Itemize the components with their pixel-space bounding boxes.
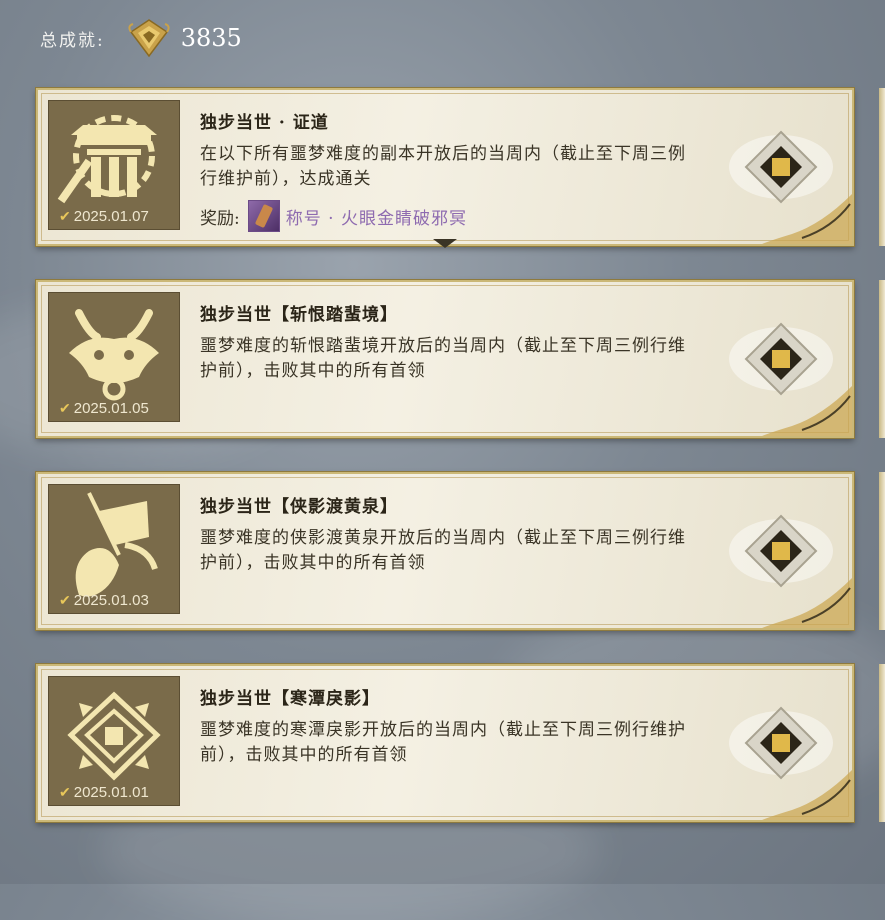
achievement-icon-frame: ✔ 2025.01.03 [48,484,180,614]
achievement-title: 独步当世 · 证道 [200,113,329,133]
next-column-card-edge [879,88,885,246]
achievement-card-2[interactable]: ✔ 2025.01.05 独步当世【斩恨踏蜚境】 噩梦难度的斩恨踏蜚境开放后的当周… [36,280,854,438]
completion-date: ✔ 2025.01.01 [59,784,149,801]
gold-medal-icon [128,19,170,58]
achievement-card-3[interactable]: ✔ 2025.01.03 独步当世【侠影渡黄泉】 噩梦难度的侠影渡黄泉开放后的当周… [36,472,854,630]
achievement-title: 独步当世【侠影渡黄泉】 [200,497,398,517]
completion-date: ✔ 2025.01.05 [59,400,149,417]
achievement-description: 在以下所有噩梦难度的副本开放后的当周内（截止至下周三例行维护前），达成通关 [200,144,686,189]
completion-date: ✔ 2025.01.07 [59,208,149,225]
reward-name[interactable]: 称号 · 火眼金睛破邪冥 [286,204,467,229]
next-column-card-edge [879,280,885,438]
gold-swirl-ornament [762,770,852,820]
title-scroll-icon[interactable] [247,200,280,232]
achievement-card-1[interactable]: ✔ 2025.01.07 独步当世 · 证道 在以下所有噩梦难度的副本开放后的当周… [36,88,854,248]
expand-arrow-icon[interactable] [433,239,457,248]
achievement-icon-frame: ✔ 2025.01.05 [48,292,180,422]
achievement-card-4[interactable]: ✔ 2025.01.01 独步当世【寒潭戾影】 噩梦难度的寒潭戾影开放后的当周内（… [36,664,854,822]
gold-swirl-ornament [762,578,852,628]
check-icon: ✔ [59,784,71,800]
check-icon: ✔ [59,208,71,224]
achievement-icon-frame: ✔ 2025.01.01 [48,676,180,806]
gold-swirl-ornament [762,386,852,436]
achievement-title: 独步当世【斩恨踏蜚境】 [200,305,398,325]
check-icon: ✔ [59,592,71,608]
achievement-reward: 奖励: 称号 · 火眼金睛破邪冥 [200,200,467,232]
achievement-description: 噩梦难度的斩恨踏蜚境开放后的当周内（截止至下周三例行维护前），击败其中的所有首领 [200,336,686,381]
achievement-description: 噩梦难度的侠影渡黄泉开放后的当周内（截止至下周三例行维护前），击败其中的所有首领 [200,528,686,573]
reward-label: 奖励: [200,208,240,229]
total-achievement-label: 总成就: [40,30,105,51]
gold-swirl-ornament [762,194,852,244]
next-column-card-edge [879,664,885,822]
achievement-title: 独步当世【寒潭戾影】 [200,689,380,709]
check-icon: ✔ [59,400,71,416]
completion-date: ✔ 2025.01.03 [59,592,149,609]
achievement-description: 噩梦难度的寒潭戾影开放后的当周内（截止至下周三例行维护前），击败其中的所有首领 [200,720,686,765]
next-column-card-edge [879,472,885,630]
total-achievement-points: 3835 [180,24,242,52]
achievement-header: 总成就: 3835 [40,18,242,58]
achievement-icon-frame: ✔ 2025.01.07 [48,100,180,230]
